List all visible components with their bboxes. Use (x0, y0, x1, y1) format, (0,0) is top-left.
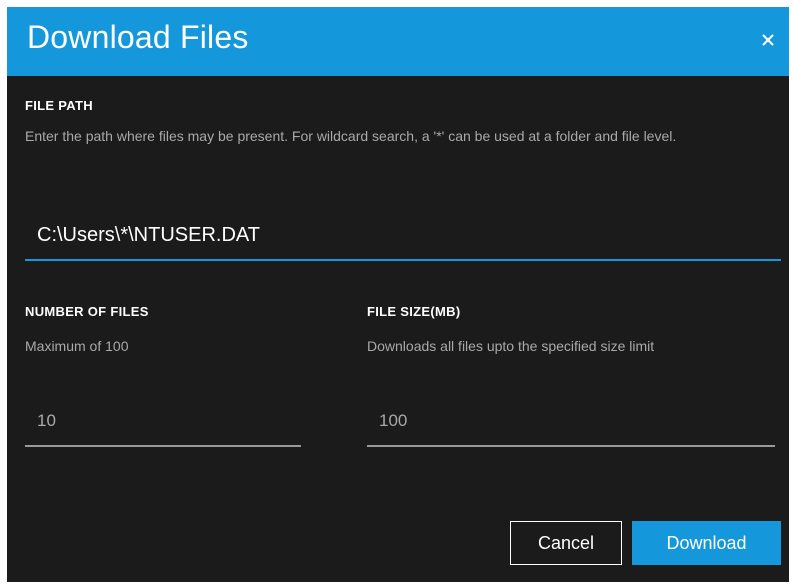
dialog-header: Download Files (7, 7, 789, 76)
number-of-files-input[interactable] (25, 397, 301, 445)
number-of-files-label: NUMBER OF FILES (25, 304, 149, 319)
number-of-files-help: Maximum of 100 (25, 338, 129, 354)
file-path-label: FILE PATH (25, 98, 93, 113)
close-icon[interactable] (755, 27, 781, 53)
download-button[interactable]: Download (632, 521, 781, 565)
number-of-files-field[interactable] (25, 397, 301, 447)
file-path-input[interactable] (25, 211, 781, 259)
file-size-label: FILE SIZE(MB) (367, 304, 461, 319)
download-files-dialog: Download Files FILE PATH Enter the path … (7, 7, 789, 582)
dialog-title: Download Files (27, 19, 249, 55)
file-size-input[interactable] (367, 397, 775, 445)
cancel-button[interactable]: Cancel (510, 521, 622, 565)
file-size-help: Downloads all files upto the specified s… (367, 338, 655, 354)
file-size-field[interactable] (367, 397, 775, 447)
file-path-help: Enter the path where files may be presen… (25, 128, 677, 144)
file-path-field[interactable] (25, 211, 781, 261)
